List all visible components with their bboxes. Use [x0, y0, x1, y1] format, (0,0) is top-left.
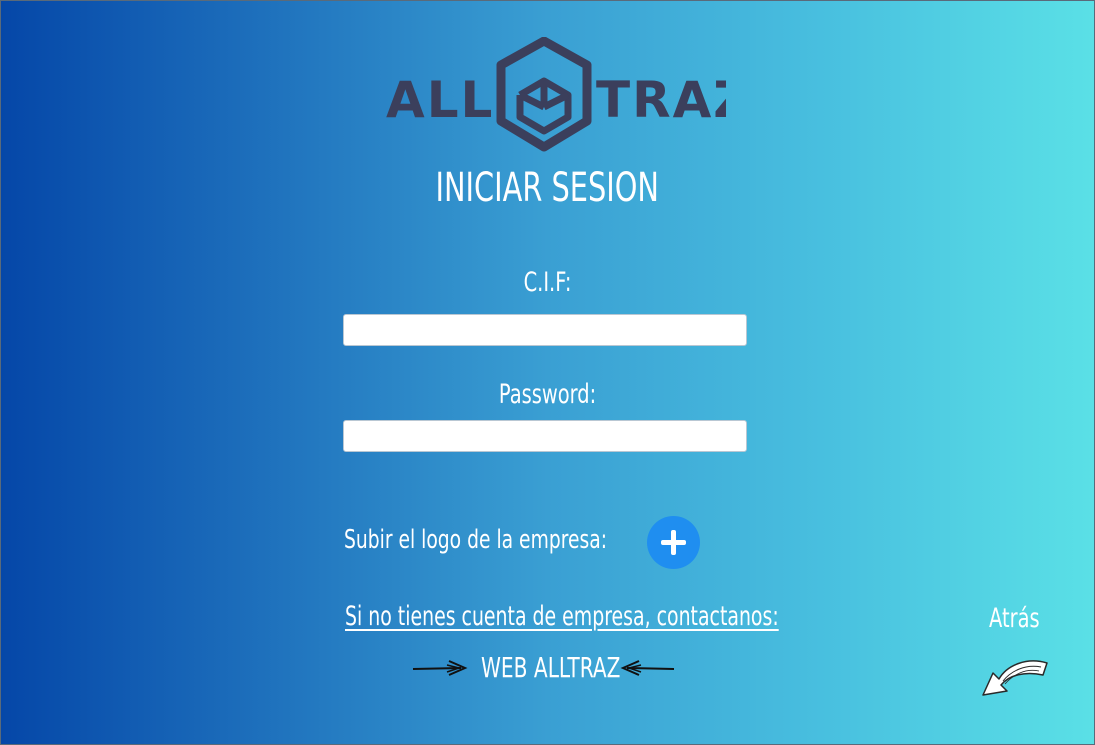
contact-text: Si no tienes cuenta de empresa, contacta…: [345, 601, 779, 632]
password-label: Password:: [498, 379, 597, 410]
upload-logo-button[interactable]: [647, 516, 700, 569]
login-screen: ALL TRAZ INICIAR SESION C.I.F: Password:…: [0, 0, 1095, 745]
cif-label: C.I.F:: [523, 267, 572, 298]
page-title: INICIAR SESION: [435, 165, 659, 211]
password-input[interactable]: [343, 420, 747, 452]
upload-logo-label: Subir el logo de la empresa:: [344, 525, 608, 555]
svg-text:ALL: ALL: [386, 71, 494, 129]
curved-back-arrow-icon[interactable]: [977, 653, 1051, 703]
arrow-right-icon: [412, 660, 468, 676]
web-alltraz-link[interactable]: WEB ALLTRAZ: [481, 651, 621, 684]
back-label[interactable]: Atrás: [989, 603, 1040, 634]
cif-input[interactable]: [343, 314, 747, 346]
alltraz-logo: ALL TRAZ: [386, 37, 726, 152]
svg-text:TRAZ: TRAZ: [596, 71, 726, 129]
arrow-left-icon: [620, 660, 675, 676]
